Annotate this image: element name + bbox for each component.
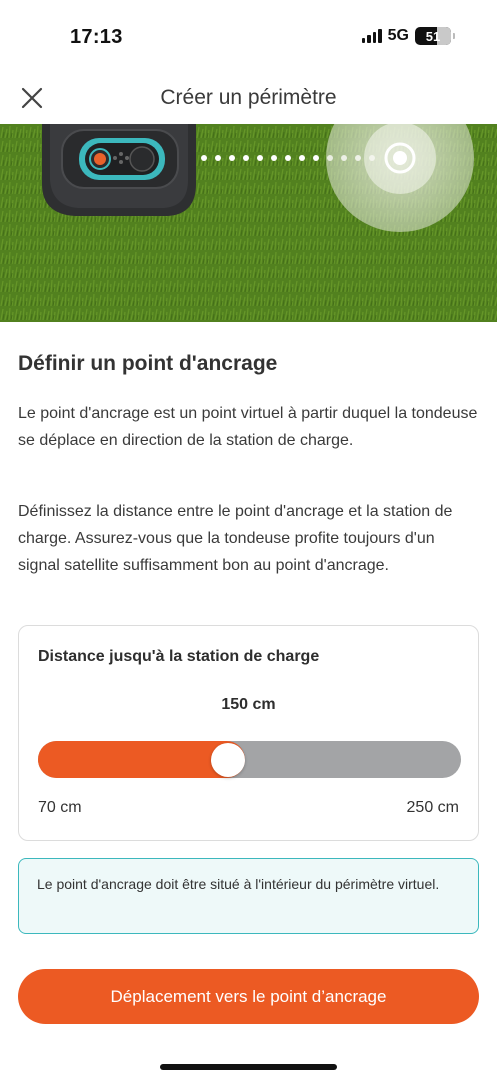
distance-card: Distance jusqu'à la station de charge 15… bbox=[18, 625, 479, 841]
distance-value: 150 cm bbox=[221, 696, 276, 713]
slider-min-label: 70 cm bbox=[38, 799, 82, 816]
battery-level: 51 bbox=[425, 28, 441, 44]
slider-thumb[interactable] bbox=[210, 742, 245, 777]
nav-header: Créer un périmètre bbox=[0, 70, 497, 124]
slider-max-label: 250 cm bbox=[406, 799, 459, 816]
description-paragraph-2: Définissez la distance entre le point d'… bbox=[18, 503, 453, 574]
home-indicator bbox=[160, 1064, 337, 1070]
status-time: 17:13 bbox=[70, 26, 123, 48]
cellular-signal-icon bbox=[361, 29, 382, 43]
hero-illustration bbox=[0, 124, 497, 322]
info-box: Le point d'ancrage doit être situé à l'i… bbox=[18, 858, 479, 934]
robot-mower-illustration bbox=[0, 124, 497, 322]
move-to-anchor-button[interactable]: Déplacement vers le point d’ancrage bbox=[18, 969, 479, 1024]
status-bar: 17:13 5G 51 bbox=[0, 0, 497, 70]
description-paragraph-1: Le point d'ancrage est un point virtuel … bbox=[18, 405, 478, 449]
status-indicators: 5G 51 bbox=[361, 27, 455, 45]
battery-icon: 51 bbox=[415, 27, 455, 45]
robot-mower-icon bbox=[42, 124, 196, 216]
distance-slider[interactable] bbox=[38, 741, 461, 778]
section-title: Définir un point d'ancrage bbox=[18, 352, 278, 375]
network-type: 5G bbox=[387, 27, 409, 44]
distance-card-title: Distance jusqu'à la station de charge bbox=[38, 648, 320, 665]
page-title: Créer un périmètre bbox=[160, 86, 337, 109]
